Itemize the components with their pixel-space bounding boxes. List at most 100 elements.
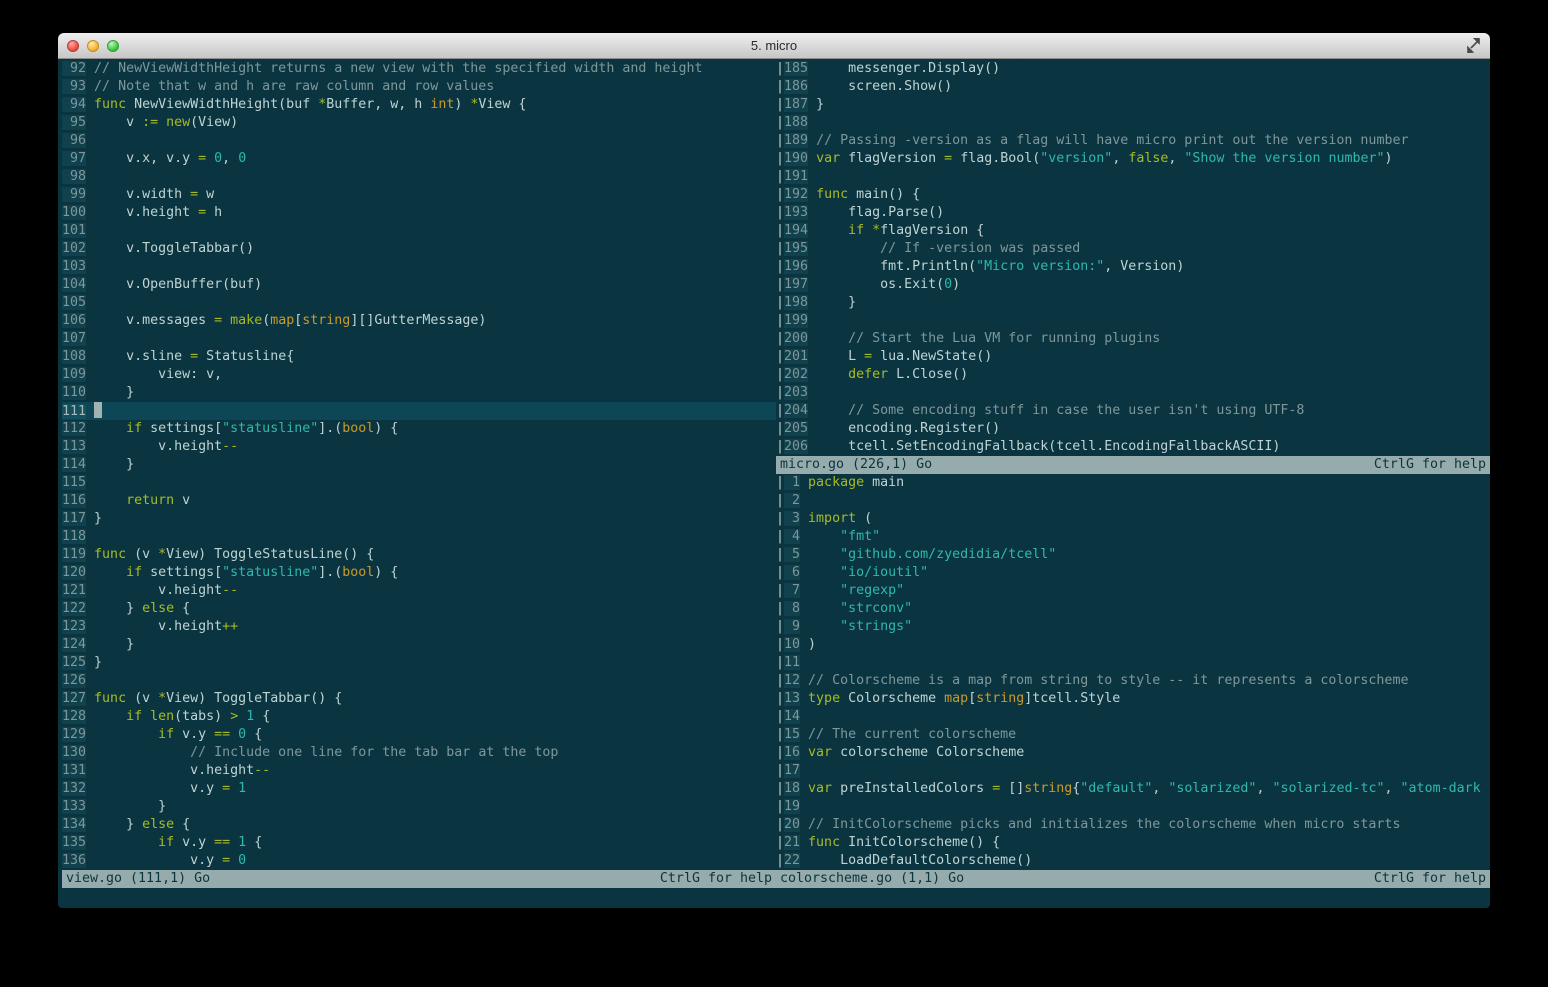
code-line[interactable]: |12 // Colorscheme is a map from string … xyxy=(776,672,1490,690)
title-bar[interactable]: 5. micro xyxy=(58,33,1490,59)
code-line[interactable]: | 6 "io/ioutil" xyxy=(776,564,1490,582)
code-line[interactable]: |196 fmt.Println("Micro version:", Versi… xyxy=(776,258,1490,276)
code-line[interactable]: |11 xyxy=(776,654,1490,672)
code-line[interactable]: 113 v.height-- xyxy=(62,438,776,456)
command-line[interactable] xyxy=(62,888,1490,906)
code-line[interactable]: | 7 "regexp" xyxy=(776,582,1490,600)
code-line[interactable]: |195 // If -version was passed xyxy=(776,240,1490,258)
code-line[interactable]: | 2 xyxy=(776,492,1490,510)
code-line[interactable]: 124 } xyxy=(62,636,776,654)
code-line[interactable]: 106 v.messages = make(map[string][]Gutte… xyxy=(62,312,776,330)
code-line[interactable]: |197 os.Exit(0) xyxy=(776,276,1490,294)
code-line[interactable]: 105 xyxy=(62,294,776,312)
code-line[interactable]: |21 func InitColorscheme() { xyxy=(776,834,1490,852)
code-line[interactable]: 120 if settings["statusline"].(bool) { xyxy=(62,564,776,582)
code-line[interactable]: 131 v.height-- xyxy=(62,762,776,780)
code-line[interactable]: 117 } xyxy=(62,510,776,528)
code-line[interactable]: |193 flag.Parse() xyxy=(776,204,1490,222)
code-line[interactable]: | 9 "strings" xyxy=(776,618,1490,636)
code-line[interactable]: 125 } xyxy=(62,654,776,672)
code-line[interactable]: |18 var preInstalledColors = []string{"d… xyxy=(776,780,1490,798)
code-line[interactable]: 102 v.ToggleTabbar() xyxy=(62,240,776,258)
code-line[interactable]: | 5 "github.com/zyedidia/tcell" xyxy=(776,546,1490,564)
code-line[interactable]: 107 xyxy=(62,330,776,348)
editor-pane-micro-go[interactable]: |185 messenger.Display() |186 screen.Show… xyxy=(776,60,1490,456)
code-line[interactable]: 128 if len(tabs) > 1 { xyxy=(62,708,776,726)
code-line[interactable]: |20 // InitColorscheme picks and initial… xyxy=(776,816,1490,834)
code-line[interactable]: 116 return v xyxy=(62,492,776,510)
code-line[interactable]: |202 defer L.Close() xyxy=(776,366,1490,384)
code-line[interactable]: |188 xyxy=(776,114,1490,132)
code-line[interactable]: 122 } else { xyxy=(62,600,776,618)
code-line[interactable]: |14 xyxy=(776,708,1490,726)
code-line[interactable]: 136 v.y = 0 xyxy=(62,852,776,870)
code-line[interactable]: 100 v.height = h xyxy=(62,204,776,222)
code-line[interactable]: 93 // Note that w and h are raw column a… xyxy=(62,78,776,96)
code-line[interactable]: 112 if settings["statusline"].(bool) { xyxy=(62,420,776,438)
code-line[interactable]: 115 xyxy=(62,474,776,492)
code-line[interactable]: |15 // The current colorscheme xyxy=(776,726,1490,744)
code-line[interactable]: 109 view: v, xyxy=(62,366,776,384)
code-line[interactable]: |194 if *flagVersion { xyxy=(776,222,1490,240)
code-line[interactable]: 98 xyxy=(62,168,776,186)
code-line[interactable]: |204 // Some encoding stuff in case the … xyxy=(776,402,1490,420)
code-line[interactable]: 97 v.x, v.y = 0, 0 xyxy=(62,150,776,168)
code-line[interactable]: 104 v.OpenBuffer(buf) xyxy=(62,276,776,294)
code-line[interactable]: | 1 package main xyxy=(776,474,1490,492)
code-line[interactable]: |16 var colorscheme Colorscheme xyxy=(776,744,1490,762)
code-line[interactable]: |189 // Passing -version as a flag will … xyxy=(776,132,1490,150)
code-line[interactable]: 108 v.sline = Statusline{ xyxy=(62,348,776,366)
code-line[interactable]: |17 xyxy=(776,762,1490,780)
code-line[interactable]: |203 xyxy=(776,384,1490,402)
code-line[interactable]: 92 // NewViewWidthHeight returns a new v… xyxy=(62,60,776,78)
code-line[interactable]: 123 v.height++ xyxy=(62,618,776,636)
code-line[interactable]: |198 } xyxy=(776,294,1490,312)
code-line[interactable]: 114 } xyxy=(62,456,776,474)
code-line[interactable]: 134 } else { xyxy=(62,816,776,834)
code-line[interactable]: 127 func (v *View) ToggleTabbar() { xyxy=(62,690,776,708)
code-line[interactable]: 121 v.height-- xyxy=(62,582,776,600)
code-line[interactable]: 132 v.y = 1 xyxy=(62,780,776,798)
code-line[interactable]: |187 } xyxy=(776,96,1490,114)
close-button[interactable] xyxy=(67,40,79,52)
code-line[interactable]: |205 encoding.Register() xyxy=(776,420,1490,438)
code-line[interactable]: |190 var flagVersion = flag.Bool("versio… xyxy=(776,150,1490,168)
code-line[interactable]: 110 } xyxy=(62,384,776,402)
code-line[interactable]: |192 func main() { xyxy=(776,186,1490,204)
code-line[interactable]: 118 xyxy=(62,528,776,546)
code-line[interactable]: 96 xyxy=(62,132,776,150)
code-line[interactable]: 129 if v.y == 0 { xyxy=(62,726,776,744)
code-line[interactable]: | 8 "strconv" xyxy=(776,600,1490,618)
code-line[interactable]: |200 // Start the Lua VM for running plu… xyxy=(776,330,1490,348)
code-line[interactable]: |186 screen.Show() xyxy=(776,78,1490,96)
code-line[interactable]: 103 xyxy=(62,258,776,276)
code-token: { xyxy=(254,709,271,724)
code-line[interactable]: |206 tcell.SetEncodingFallback(tcell.Enc… xyxy=(776,438,1490,456)
code-line[interactable]: |191 xyxy=(776,168,1490,186)
code-line[interactable]: |13 type Colorscheme map[string]tcell.St… xyxy=(776,690,1490,708)
code-line[interactable]: 133 } xyxy=(62,798,776,816)
editor-pane-colorscheme-go[interactable]: | 1 package main | 2 | 3 import (| 4 "fmt… xyxy=(776,474,1490,870)
code-line[interactable]: 99 v.width = w xyxy=(62,186,776,204)
code-line[interactable]: |199 xyxy=(776,312,1490,330)
code-line[interactable]: 126 xyxy=(62,672,776,690)
code-line[interactable]: |185 messenger.Display() xyxy=(776,60,1490,78)
code-line[interactable]: |10 ) xyxy=(776,636,1490,654)
minimize-button[interactable] xyxy=(87,40,99,52)
code-line[interactable]: | 3 import ( xyxy=(776,510,1490,528)
code-line[interactable]: |22 LoadDefaultColorscheme() xyxy=(776,852,1490,870)
code-line[interactable]: 95 v := new(View) xyxy=(62,114,776,132)
code-line[interactable]: 135 if v.y == 1 { xyxy=(62,834,776,852)
code-line[interactable]: 94 func NewViewWidthHeight(buf *Buffer, … xyxy=(62,96,776,114)
line-number: 3 xyxy=(784,511,801,526)
code-line[interactable]: 130 // Include one line for the tab bar … xyxy=(62,744,776,762)
resize-icon[interactable] xyxy=(1466,37,1481,54)
code-line[interactable]: 119 func (v *View) ToggleStatusLine() { xyxy=(62,546,776,564)
code-line[interactable]: 101 xyxy=(62,222,776,240)
zoom-button[interactable] xyxy=(107,40,119,52)
code-line[interactable]: |19 xyxy=(776,798,1490,816)
code-line[interactable]: |201 L = lua.NewState() xyxy=(776,348,1490,366)
editor-pane-view-go[interactable]: 92 // NewViewWidthHeight returns a new v… xyxy=(62,60,776,870)
code-line[interactable]: 111 xyxy=(62,402,776,420)
code-line[interactable]: | 4 "fmt" xyxy=(776,528,1490,546)
